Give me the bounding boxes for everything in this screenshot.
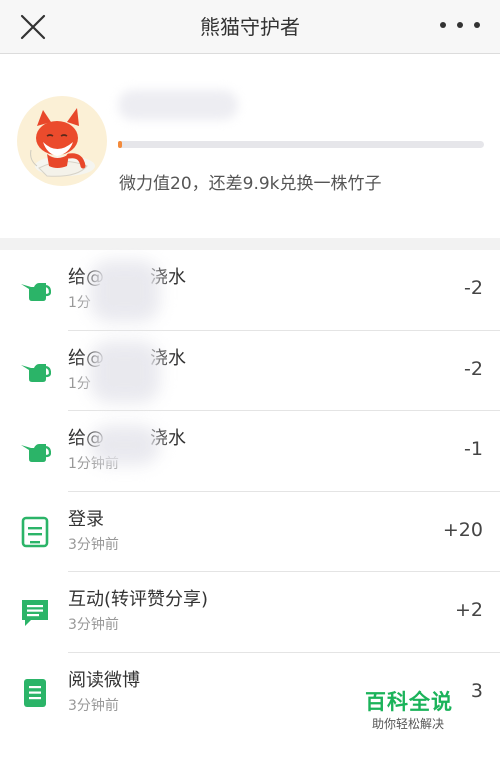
watering-can-icon [21,444,51,462]
record-points: 3 [470,679,483,702]
record-points: +20 [442,518,483,541]
watermark-title: 百科全说 [365,690,453,714]
blur-overlay [90,260,160,322]
watering-can-icon [21,283,51,301]
more-dot [474,22,480,28]
list-item[interactable]: 互动(转评赞分享) 3分钟前 +2 [0,572,500,653]
blur-overlay [90,425,160,465]
more-icon[interactable] [440,12,480,38]
list-item[interactable]: 给@ 浇水 1分 -2 [0,331,500,411]
watering-can-icon [21,363,51,382]
blurred-username [118,90,238,120]
list-item[interactable]: 给@ 浇水 1分 -2 [0,250,500,331]
record-time: 3分钟前 [68,697,119,714]
record-label: 登录 [68,508,104,530]
progress-fill [118,141,122,148]
chat-icon [22,600,48,626]
document-icon [24,678,46,707]
progress-bar [118,141,484,148]
record-points: -2 [464,277,483,299]
fox-avatar-icon[interactable] [17,96,107,186]
navigation-bar: 熊猫守护者 [0,0,500,54]
record-label: 阅读微博 [68,669,140,691]
record-list: 给@ 浇水 1分 -2 给@ 浇水 1分 -2 给@ 浇水 1分钟前 -1 登录… [0,250,500,733]
profile-card: 微力值20，还差9.9k兑换一株竹子 [0,55,500,238]
record-time: 3分钟前 [68,536,119,553]
watermark-subtitle: 助你轻松解决 [372,717,445,731]
record-points: -2 [464,357,483,380]
blur-overlay [90,340,160,403]
page-title: 熊猫守护者 [200,15,300,39]
record-points: -1 [464,438,483,460]
watermark-logo: 百科全说 助你轻松解决 [356,680,466,736]
status-text: 微力值20，还差9.9k兑换一株竹子 [119,174,382,194]
record-label: 互动(转评赞分享) [68,589,209,610]
record-time: 3分钟前 [68,617,119,633]
list-item[interactable]: 登录 3分钟前 +20 [0,492,500,572]
record-points: +2 [454,599,483,621]
login-icon [21,516,49,547]
list-item[interactable]: 给@ 浇水 1分钟前 -1 [0,411,500,492]
section-divider [0,238,500,250]
more-dot [457,22,463,28]
more-dot [440,22,446,28]
